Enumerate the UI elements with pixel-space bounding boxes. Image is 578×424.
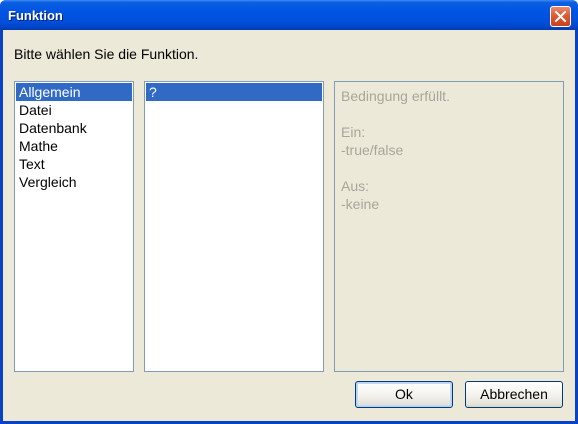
dialog-window: Funktion Bitte wählen Sie die Funktion. …	[0, 0, 578, 424]
category-item-vergleich[interactable]: Vergleich	[16, 173, 132, 191]
description-input-heading: Ein:	[341, 124, 366, 140]
title-bar[interactable]: Funktion	[0, 0, 578, 30]
function-item[interactable]: ?	[146, 83, 322, 101]
category-item-allgemein[interactable]: Allgemein	[16, 83, 132, 101]
description-output-heading: Aus:	[341, 178, 370, 194]
close-button[interactable]	[550, 6, 571, 27]
cancel-button[interactable]: Abbrechen	[465, 381, 563, 408]
function-list-items: ?	[145, 82, 323, 101]
category-item-datei[interactable]: Datei	[16, 101, 132, 119]
category-list[interactable]: Allgemein Datei Datenbank Mathe Text Ver…	[14, 81, 134, 372]
category-item-text[interactable]: Text	[16, 155, 132, 173]
function-description: Bedingung erfüllt. Ein: -true/false Aus:…	[334, 81, 564, 372]
description-output-value: -keine	[341, 196, 380, 212]
category-item-mathe[interactable]: Mathe	[16, 137, 132, 155]
prompt-text: Bitte wählen Sie die Funktion.	[14, 46, 199, 62]
description-input-value: -true/false	[341, 142, 404, 158]
dialog-body: Bitte wählen Sie die Funktion. Allgemein…	[3, 30, 575, 421]
function-list[interactable]: ?	[144, 81, 324, 372]
description-summary: Bedingung erfüllt.	[341, 88, 450, 104]
window-title: Funktion	[8, 8, 63, 23]
category-item-datenbank[interactable]: Datenbank	[16, 119, 132, 137]
ok-button[interactable]: Ok	[355, 381, 453, 408]
close-icon	[554, 10, 567, 23]
category-list-items: Allgemein Datei Datenbank Mathe Text Ver…	[15, 82, 133, 191]
